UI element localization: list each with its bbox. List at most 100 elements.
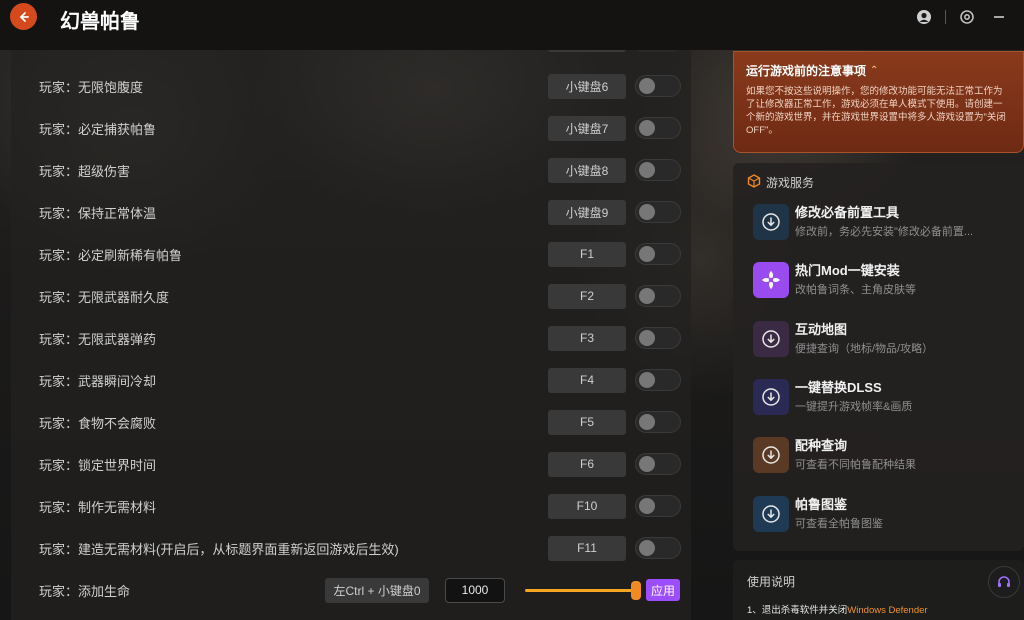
toggle-knob	[639, 204, 655, 220]
support-button[interactable]	[988, 566, 1020, 598]
service-item[interactable]: 修改必备前置工具 修改前，务必先安装"修改必备前置...	[753, 201, 1013, 245]
cheat-toggle[interactable]	[635, 117, 681, 139]
notice-header: 运行游戏前的注意事项 ⌃	[746, 62, 1011, 79]
guide-step: 1、退出杀毒软件并关闭Windows Defender	[747, 602, 928, 616]
cheat-label: 玩家：无限饱腹度	[39, 79, 144, 95]
cheat-toggle[interactable]	[635, 411, 681, 433]
service-title: 互动地图	[795, 322, 848, 337]
service-item[interactable]: 一键替换DLSS 一键提升游戏帧率&画质	[753, 376, 1013, 420]
notice-title: 运行游戏前的注意事项	[746, 64, 867, 78]
health-slider-track[interactable]	[525, 589, 637, 592]
add-health-row: 玩家：添加生命 左Ctrl + 小键盘0 1000 应用	[11, 569, 691, 611]
service-title: 修改必备前置工具	[795, 205, 900, 220]
apply-button[interactable]: 应用	[646, 579, 680, 601]
cheat-toggle[interactable]	[635, 453, 681, 475]
toggle-knob	[639, 162, 655, 178]
cheat-label: 玩家：无限武器弹药	[39, 331, 157, 347]
service-subtitle: 改帕鲁词条、主角皮肤等	[795, 284, 916, 296]
cheat-label: 玩家：必定捕获帕鲁	[39, 121, 157, 137]
toggle-knob	[639, 330, 655, 346]
cheat-toggle[interactable]	[635, 327, 681, 349]
minimize-button[interactable]	[988, 7, 1010, 27]
service-subtitle: 修改前，务必先安装"修改必备前置...	[795, 226, 974, 238]
app-title: 幻兽帕鲁	[60, 11, 140, 33]
title-bar: 幻兽帕鲁	[0, 0, 1024, 50]
chevron-up-icon[interactable]: ⌃	[870, 65, 878, 76]
hotkey-button[interactable]: F6	[548, 451, 626, 477]
health-amount-input[interactable]: 1000	[445, 577, 505, 603]
cheat-toggle[interactable]	[635, 537, 681, 559]
cheat-label: 玩家：制作无需材料	[39, 499, 157, 515]
cheat-label: 玩家：锁定世界时间	[39, 457, 157, 473]
cheat-row: 玩家：无限武器耐久度 F2	[11, 275, 691, 317]
services-heading: 游戏服务	[766, 176, 815, 190]
back-arrow-icon	[19, 11, 29, 22]
hotkey-button[interactable]: 小键盘8	[548, 157, 626, 183]
toggle-knob	[639, 120, 655, 136]
cheat-toggle[interactable]	[635, 75, 681, 97]
cheat-list-panel: 玩家：无限饱腹度 小键盘6 玩家：必定捕获帕鲁 小键盘7 玩家：超级伤害 小键盘…	[11, 50, 691, 620]
toggle-knob	[639, 78, 655, 94]
partial-toggle	[635, 50, 681, 52]
download-icon	[753, 204, 789, 240]
download-icon	[753, 321, 789, 357]
service-subtitle: 可查看全帕鲁图鉴	[795, 518, 883, 530]
download-icon	[753, 437, 789, 473]
guide-step-highlight: Windows Defender	[847, 605, 928, 616]
toggle-knob	[639, 288, 655, 304]
toggle-knob	[639, 540, 655, 556]
hotkey-button[interactable]: F5	[548, 409, 626, 435]
settings-button[interactable]	[956, 7, 978, 27]
hotkey-button[interactable]: 小键盘9	[548, 199, 626, 225]
cheat-toggle[interactable]	[635, 495, 681, 517]
service-item[interactable]: 热门Mod一键安装 改帕鲁词条、主角皮肤等	[753, 259, 1013, 303]
back-button[interactable]	[10, 3, 37, 30]
toggle-knob	[639, 246, 655, 262]
service-item[interactable]: 帕鲁图鉴 可查看全帕鲁图鉴	[753, 493, 1013, 537]
hotkey-button[interactable]: 小键盘7	[548, 115, 626, 141]
service-item[interactable]: 配种查询 可查看不同帕鲁配种结果	[753, 434, 1013, 478]
cheat-row: 玩家：制作无需材料 F10	[11, 485, 691, 527]
partial-key-chip	[548, 50, 626, 52]
hotkey-button[interactable]: F3	[548, 325, 626, 351]
cheat-label: 玩家：武器瞬间冷却	[39, 373, 157, 389]
cheat-toggle[interactable]	[635, 243, 681, 265]
service-title: 配种查询	[795, 438, 848, 453]
service-subtitle: 可查看不同帕鲁配种结果	[795, 459, 916, 471]
cheat-label: 玩家：建造无需材料(开启后，从标题界面重新返回游戏后生效)	[39, 541, 399, 557]
cheat-row: 玩家：食物不会腐败 F5	[11, 401, 691, 443]
service-item[interactable]: 互动地图 便捷查询（地标/物品/攻略）	[753, 318, 1013, 362]
service-title: 热门Mod一键安装	[795, 263, 900, 278]
minimize-icon	[994, 16, 1004, 18]
cheat-row: 玩家：无限武器弹药 F3	[11, 317, 691, 359]
add-health-hotkey-button[interactable]: 左Ctrl + 小键盘0	[325, 577, 429, 603]
service-subtitle: 一键提升游戏帧率&画质	[795, 401, 913, 413]
hotkey-button[interactable]: F4	[548, 367, 626, 393]
cheat-toggle[interactable]	[635, 285, 681, 307]
hotkey-button[interactable]: F10	[548, 493, 626, 519]
guide-title: 使用说明	[747, 575, 796, 589]
hotkey-button[interactable]: 小键盘6	[548, 73, 626, 99]
cheat-toggle[interactable]	[635, 201, 681, 223]
cheat-toggle[interactable]	[635, 369, 681, 391]
hotkey-button[interactable]: F11	[548, 535, 626, 561]
hotkey-button[interactable]: F2	[548, 283, 626, 309]
hotkey-button[interactable]: F1	[548, 241, 626, 267]
add-health-label: 玩家：添加生命	[39, 583, 131, 599]
avatar-icon	[917, 10, 931, 24]
guide-step-text: 1、退出杀毒软件并关闭	[747, 605, 848, 616]
cheat-row: 玩家：必定捕获帕鲁 小键盘7	[11, 107, 691, 149]
download-icon	[753, 496, 789, 532]
cube-icon	[747, 174, 761, 191]
cheat-label: 玩家：必定刷新稀有帕鲁	[39, 247, 183, 263]
service-title: 帕鲁图鉴	[795, 497, 848, 512]
health-slider-thumb[interactable]	[631, 581, 641, 600]
cheat-label: 玩家：无限武器耐久度	[39, 289, 170, 305]
toggle-knob	[639, 372, 655, 388]
settings-icon	[960, 10, 974, 24]
toggle-knob	[639, 498, 655, 514]
services-header: 游戏服务	[747, 174, 814, 191]
account-button[interactable]	[913, 7, 935, 27]
cheat-toggle[interactable]	[635, 159, 681, 181]
toggle-knob	[639, 414, 655, 430]
